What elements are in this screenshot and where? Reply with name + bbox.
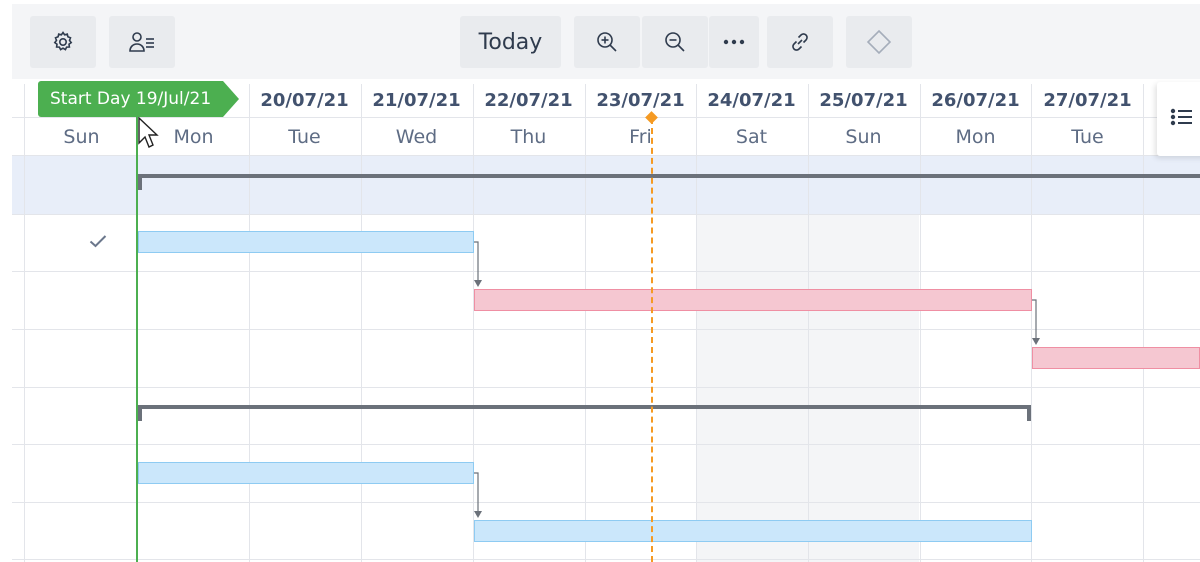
today-button[interactable]: Today [460, 16, 561, 68]
date-header-cell: 22/07/21 [484, 90, 573, 111]
toolbar: Today [12, 4, 1200, 79]
milestone-button[interactable] [846, 16, 912, 68]
settings-button[interactable] [30, 16, 96, 68]
gear-icon [51, 30, 75, 54]
row-line [12, 214, 1200, 215]
day-header-cell: Thu [510, 126, 547, 148]
more-button[interactable] [709, 16, 759, 68]
row-line [12, 329, 1200, 330]
list-view-button[interactable] [1157, 82, 1200, 156]
people-list-icon [128, 30, 156, 54]
date-header-cell: 23/07/21 [596, 90, 685, 111]
row-line [12, 502, 1200, 503]
group-bar-cap [138, 176, 142, 190]
link-button[interactable] [767, 16, 833, 68]
check-icon [89, 233, 107, 252]
day-header-cell: Tue [1071, 126, 1104, 148]
zoom-out-icon [663, 30, 687, 54]
zoom-in-button[interactable] [574, 16, 640, 68]
day-header-cell: Sun [845, 126, 882, 148]
row-line [12, 271, 1200, 272]
day-header-cell: Fri [629, 126, 652, 148]
zoom-out-button[interactable] [642, 16, 708, 68]
project-start-line[interactable] [136, 84, 138, 562]
diamond-icon [866, 29, 892, 55]
day-header-cell: Sun [63, 126, 100, 148]
date-header-cell: 26/07/21 [931, 90, 1020, 111]
dependency-arrow[interactable] [472, 471, 484, 521]
group-bar[interactable] [138, 174, 1200, 178]
date-header-cell: 24/07/21 [707, 90, 796, 111]
task-bar[interactable] [474, 289, 1032, 311]
people-list-button[interactable] [109, 16, 175, 68]
group-bar-cap [1027, 407, 1031, 421]
list-icon [1170, 107, 1194, 131]
project-start-flag[interactable]: Start Day 19/Jul/21 [38, 81, 240, 117]
task-bar[interactable] [138, 462, 474, 484]
date-header-cell: 21/07/21 [372, 90, 461, 111]
day-header-cell: Mon [955, 126, 996, 148]
row-line [12, 444, 1200, 445]
dependency-arrow[interactable] [472, 240, 484, 290]
date-header-cell: 27/07/21 [1043, 90, 1132, 111]
selected-row[interactable] [12, 155, 1200, 214]
task-bar[interactable] [1032, 347, 1200, 369]
more-icon [723, 38, 745, 46]
row-line [12, 387, 1200, 388]
row-line [12, 155, 1200, 156]
row-line [12, 559, 1200, 560]
date-header-cell: 20/07/21 [260, 90, 349, 111]
task-complete-check[interactable] [80, 224, 116, 260]
date-header-cell: 25/07/21 [819, 90, 908, 111]
day-header-cell: Sat [735, 126, 768, 148]
today-marker-line [651, 118, 653, 562]
task-bar[interactable] [474, 520, 1032, 542]
day-header-cell: Tue [288, 126, 321, 148]
task-bar[interactable] [138, 231, 474, 253]
group-bar-cap [138, 407, 142, 421]
today-button-label: Today [478, 29, 543, 55]
group-bar[interactable] [138, 405, 1031, 409]
zoom-in-icon [595, 30, 619, 54]
link-icon [788, 30, 812, 54]
gantt-app: Today 20/07/21 21/07/21 22/07/21 23/07/2… [0, 0, 1200, 562]
mouse-cursor [138, 117, 159, 148]
dependency-arrow[interactable] [1030, 298, 1042, 348]
day-header-cell: Wed [395, 126, 438, 148]
